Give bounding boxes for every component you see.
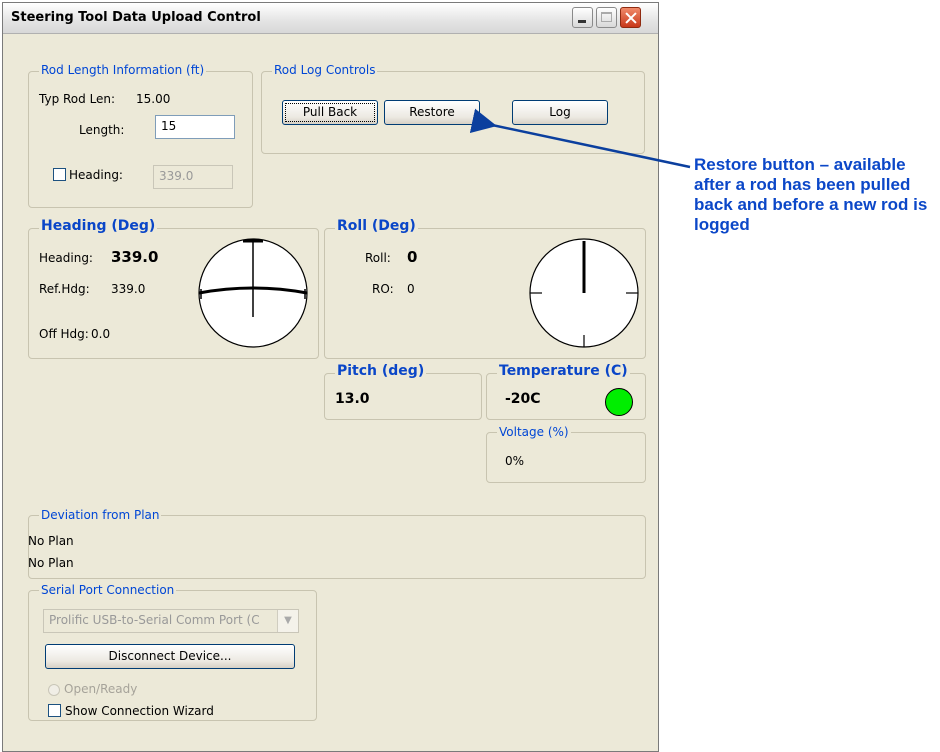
voltage-group: Voltage (%) 0% bbox=[486, 425, 646, 483]
window-title: Steering Tool Data Upload Control bbox=[11, 10, 261, 25]
temperature-value: -20C bbox=[505, 391, 541, 407]
heading-value: 339.0 bbox=[111, 248, 159, 266]
roll-dial bbox=[529, 238, 639, 348]
ref-hdg-label: Ref.Hdg: bbox=[39, 282, 90, 296]
show-wizard-checkbox[interactable] bbox=[48, 704, 61, 717]
length-label: Length: bbox=[79, 123, 125, 137]
pitch-value: 13.0 bbox=[335, 391, 370, 407]
ro-value: 0 bbox=[407, 282, 415, 296]
pitch-legend: Pitch (deg) bbox=[335, 363, 427, 379]
heading-checkbox[interactable] bbox=[53, 168, 66, 181]
maximize-button[interactable] bbox=[596, 7, 617, 28]
serial-port-legend: Serial Port Connection bbox=[39, 583, 177, 597]
ref-hdg-value: 339.0 bbox=[111, 282, 146, 296]
roll-group: Roll (Deg) Roll: 0 RO: 0 bbox=[324, 218, 646, 359]
temperature-indicator bbox=[605, 388, 633, 416]
deviation-line-2: No Plan bbox=[28, 556, 74, 570]
heading-check-label: Heading: bbox=[69, 168, 123, 182]
rod-length-legend: Rod Length Information (ft) bbox=[39, 63, 207, 77]
deviation-group: Deviation from Plan No Plan No Plan bbox=[28, 508, 646, 579]
length-input[interactable]: 15 bbox=[155, 115, 235, 139]
restore-callout-text: Restore button – available after a rod h… bbox=[694, 155, 928, 234]
roll-value: 0 bbox=[407, 248, 418, 266]
heading-input[interactable]: 339.0 bbox=[153, 165, 233, 189]
heading-dial bbox=[198, 238, 308, 348]
roll-label: Roll: bbox=[365, 251, 391, 265]
serial-port-group: Serial Port Connection Prolific USB-to-S… bbox=[28, 583, 317, 721]
heading-label: Heading: bbox=[39, 251, 93, 265]
voltage-value: 0% bbox=[505, 454, 525, 468]
rod-log-legend: Rod Log Controls bbox=[272, 63, 378, 77]
show-wizard-label: Show Connection Wizard bbox=[65, 704, 214, 718]
main-window: Steering Tool Data Upload Control Rod Le… bbox=[2, 2, 659, 752]
deviation-legend: Deviation from Plan bbox=[39, 508, 162, 522]
log-button[interactable]: Log bbox=[512, 100, 608, 125]
rod-length-group: Rod Length Information (ft) Typ Rod Len:… bbox=[28, 63, 253, 208]
pull-back-button[interactable]: Pull Back bbox=[282, 100, 378, 125]
chevron-down-icon[interactable]: ▼ bbox=[277, 610, 298, 632]
restore-button[interactable]: Restore bbox=[384, 100, 480, 125]
off-hdg-label: Off Hdg: bbox=[39, 327, 89, 341]
typ-rod-len-label: Typ Rod Len: bbox=[39, 92, 116, 106]
rod-log-group: Rod Log Controls Pull Back Restore Log bbox=[261, 63, 645, 154]
voltage-legend: Voltage (%) bbox=[497, 425, 571, 439]
minimize-button[interactable] bbox=[572, 7, 593, 28]
heading-group: Heading (Deg) Heading: 339.0 Ref.Hdg: 33… bbox=[28, 218, 319, 359]
open-ready-label: Open/Ready bbox=[64, 682, 138, 696]
disconnect-device-button[interactable]: Disconnect Device... bbox=[45, 644, 295, 669]
title-bar[interactable]: Steering Tool Data Upload Control bbox=[3, 3, 658, 34]
temperature-legend: Temperature (C) bbox=[497, 363, 630, 379]
deviation-line-1: No Plan bbox=[28, 534, 74, 548]
close-button[interactable] bbox=[620, 7, 641, 28]
off-hdg-value: 0.0 bbox=[91, 327, 111, 341]
temperature-group: Temperature (C) -20C bbox=[486, 363, 646, 420]
roll-legend: Roll (Deg) bbox=[335, 218, 418, 234]
pitch-group: Pitch (deg) 13.0 bbox=[324, 363, 482, 420]
serial-port-selected: Prolific USB-to-Serial Comm Port (C bbox=[49, 613, 260, 627]
typ-rod-len-value: 15.00 bbox=[136, 92, 171, 106]
heading-legend: Heading (Deg) bbox=[39, 218, 158, 234]
serial-port-select[interactable]: Prolific USB-to-Serial Comm Port (C ▼ bbox=[43, 609, 299, 633]
ro-label: RO: bbox=[372, 282, 394, 296]
open-ready-radio[interactable] bbox=[48, 684, 60, 696]
